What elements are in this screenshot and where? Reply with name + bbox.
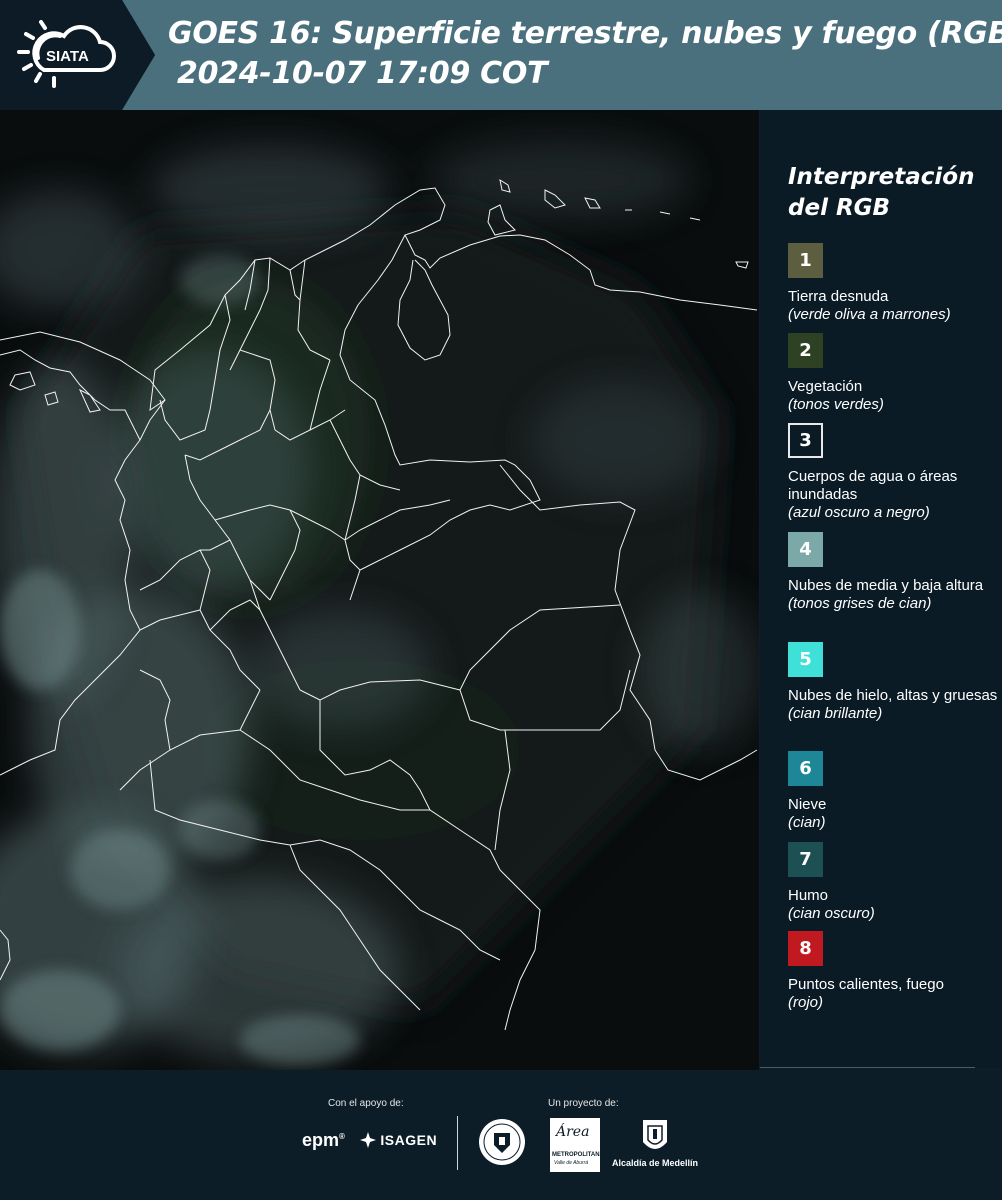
legend-item-description: (tonos grises de cian) — [788, 595, 932, 612]
legend-item-label: Tierra desnuda — [788, 288, 889, 305]
legend-item-description: (verde oliva a marrones) — [788, 306, 951, 323]
legend-item-description: (cian oscuro) — [788, 905, 875, 922]
legend-item-bare-soil: 1 Tierra desnuda (verde oliva a marrones… — [788, 243, 998, 324]
university-seal-icon — [479, 1119, 525, 1165]
legend-item-hotspots: 8 Puntos calientes, fuego (rojo) — [788, 931, 998, 1012]
legend-item-description: (azul oscuro a negro) — [788, 504, 930, 521]
legend-item-description: (cian) — [788, 814, 826, 831]
legend-swatch: 6 — [788, 751, 823, 786]
legend-item-label: Vegetación — [788, 378, 863, 395]
satellite-map — [0, 110, 759, 1070]
legend-swatch: 3 — [788, 423, 823, 458]
legend-item-label: Puntos calientes, fuego — [788, 976, 944, 993]
title-line-1: GOES 16: Superficie terrestre, nubes y f… — [168, 16, 1002, 51]
isagen-logo: ISAGEN — [360, 1132, 437, 1148]
logo-text: SIATA — [46, 48, 89, 65]
area-logo-subtitle-2: Valle de Aburrá — [554, 1160, 589, 1166]
alcaldia-logo-text: Alcaldía de Medellín — [612, 1158, 699, 1168]
legend-title-line-1: Interpretación — [788, 164, 975, 190]
epm-logo: epm® — [302, 1130, 345, 1150]
legend-item-description: (cian brillante) — [788, 705, 883, 722]
legend-item-description: (tonos verdes) — [788, 396, 884, 413]
legend-title-line-2: del RGB — [788, 195, 891, 221]
satellite-rgb-composite-icon — [0, 110, 759, 1070]
alcaldia-shield-icon — [643, 1120, 667, 1149]
legend-swatch: 1 — [788, 243, 823, 278]
legend-divider — [760, 1067, 975, 1068]
legend-item-description: (rojo) — [788, 994, 824, 1011]
legend-item-label: Nieve — [788, 796, 827, 813]
legend-item-vegetation: 2 Vegetación (tonos verdes) — [788, 333, 998, 414]
legend-item-smoke: 7 Humo (cian oscuro) — [788, 842, 998, 923]
footer: Con el apoyo de: Un proyecto de: epm® IS… — [0, 1070, 1002, 1200]
legend-item-snow: 6 Nieve (cian) — [788, 751, 998, 832]
legend-item-mid-low-clouds: 4 Nubes de media y baja altura (tonos gr… — [788, 532, 998, 613]
project-caption: Un proyecto de: — [548, 1098, 619, 1109]
page-title: GOES 16: Superficie terrestre, nubes y f… — [168, 14, 1002, 94]
legend-swatch: 2 — [788, 333, 823, 368]
legend-item-ice-clouds: 5 Nubes de hielo, altas y gruesas (cian … — [788, 642, 998, 723]
legend-item-label: Nubes de hielo, altas y gruesas — [788, 687, 998, 704]
footer-divider — [457, 1116, 458, 1170]
legend-panel: Interpretación del RGB 1 Tierra desnuda … — [760, 110, 1002, 1068]
legend-item-label: Cuerpos de agua o áreas inundadas — [788, 468, 958, 503]
support-caption: Con el apoyo de: — [328, 1098, 404, 1109]
legend-item-label: Nubes de media y baja altura — [788, 577, 984, 594]
legend-swatch: 5 — [788, 642, 823, 677]
epm-logo-text: epm — [302, 1130, 340, 1150]
isagen-logo-text: ISAGEN — [380, 1132, 438, 1148]
legend-title: Interpretación del RGB — [788, 162, 998, 224]
isagen-star-icon — [360, 1132, 376, 1148]
legend-swatch: 8 — [788, 931, 823, 966]
area-metropolitana-logo: Área METROPOLITANA Valle de Aburrá — [550, 1118, 604, 1172]
siata-logo: SIATA — [14, 14, 126, 94]
sun-cloud-icon: SIATA — [17, 20, 116, 88]
area-logo-subtitle: METROPOLITANA — [552, 1152, 604, 1158]
area-logo-script: Área — [556, 1124, 590, 1140]
legend-item-water: 3 Cuerpos de agua o áreas inundadas (azu… — [788, 423, 998, 522]
legend-swatch: 7 — [788, 842, 823, 877]
legend-item-label: Humo — [788, 887, 829, 904]
title-line-2: 2024-10-07 17:09 COT — [177, 56, 548, 91]
legend-swatch: 4 — [788, 532, 823, 567]
